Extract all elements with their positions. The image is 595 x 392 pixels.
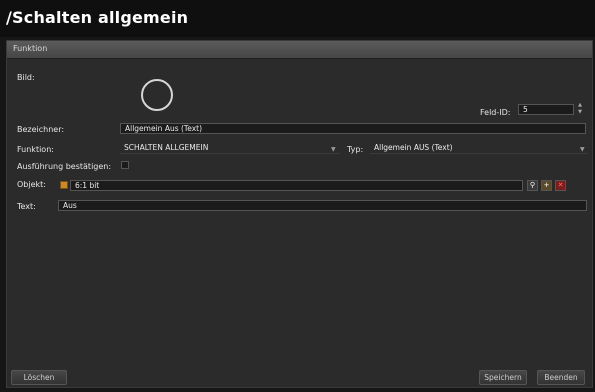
objekt-label: Objekt: (17, 180, 46, 189)
bezeichner-input[interactable]: Allgemein Aus (Text) (120, 123, 586, 134)
ausfuehrung-checkbox[interactable] (121, 161, 129, 169)
feld-id-label: Feld-ID: (480, 108, 511, 117)
typ-select[interactable]: Allgemein AUS (Text) (370, 143, 588, 154)
feld-id-spinner[interactable]: ▲ ▼ (576, 103, 584, 115)
title-bar: /Schalten allgemein (0, 0, 595, 37)
bild-label: Bild: (17, 73, 35, 82)
spin-down-icon[interactable]: ▼ (576, 110, 584, 115)
box-icon (60, 181, 68, 189)
bezeichner-label: Bezeichner: (17, 125, 65, 134)
typ-label: Typ: (347, 145, 364, 154)
save-button[interactable]: Speichern (479, 370, 527, 385)
section-header-funktion[interactable]: Funktion (7, 41, 592, 59)
close-button[interactable]: Beenden (537, 370, 585, 385)
typ-select-value: Allgemein AUS (Text) (374, 143, 453, 152)
chevron-down-icon[interactable]: ▼ (331, 146, 336, 153)
spin-up-icon[interactable]: ▲ (576, 103, 584, 108)
chevron-down-icon[interactable]: ▼ (580, 146, 585, 153)
box-add-icon[interactable]: + (541, 180, 552, 191)
ring-icon[interactable] (141, 79, 173, 111)
search-icon[interactable]: ⚲ (527, 180, 538, 191)
ausfuehrung-label: Ausführung bestätigen: (17, 162, 112, 171)
funktion-select[interactable]: SCHALTEN ALLGEMEIN (120, 143, 340, 154)
funktion-label: Funktion: (17, 145, 54, 154)
funktion-select-value: SCHALTEN ALLGEMEIN (124, 143, 209, 152)
page-title: /Schalten allgemein (6, 8, 189, 27)
form-panel: Funktion Bild: Feld-ID: 5 ▲ ▼ Bezeichner… (6, 40, 593, 388)
text-input[interactable]: Aus (58, 200, 587, 211)
feld-id-input[interactable]: 5 (518, 104, 574, 115)
delete-button[interactable]: Löschen (11, 370, 67, 385)
text-label: Text: (17, 202, 36, 211)
objekt-input[interactable]: 6:1 bit (70, 180, 523, 191)
section-header-label: Funktion (13, 44, 48, 53)
remove-icon[interactable]: ✕ (555, 180, 566, 191)
